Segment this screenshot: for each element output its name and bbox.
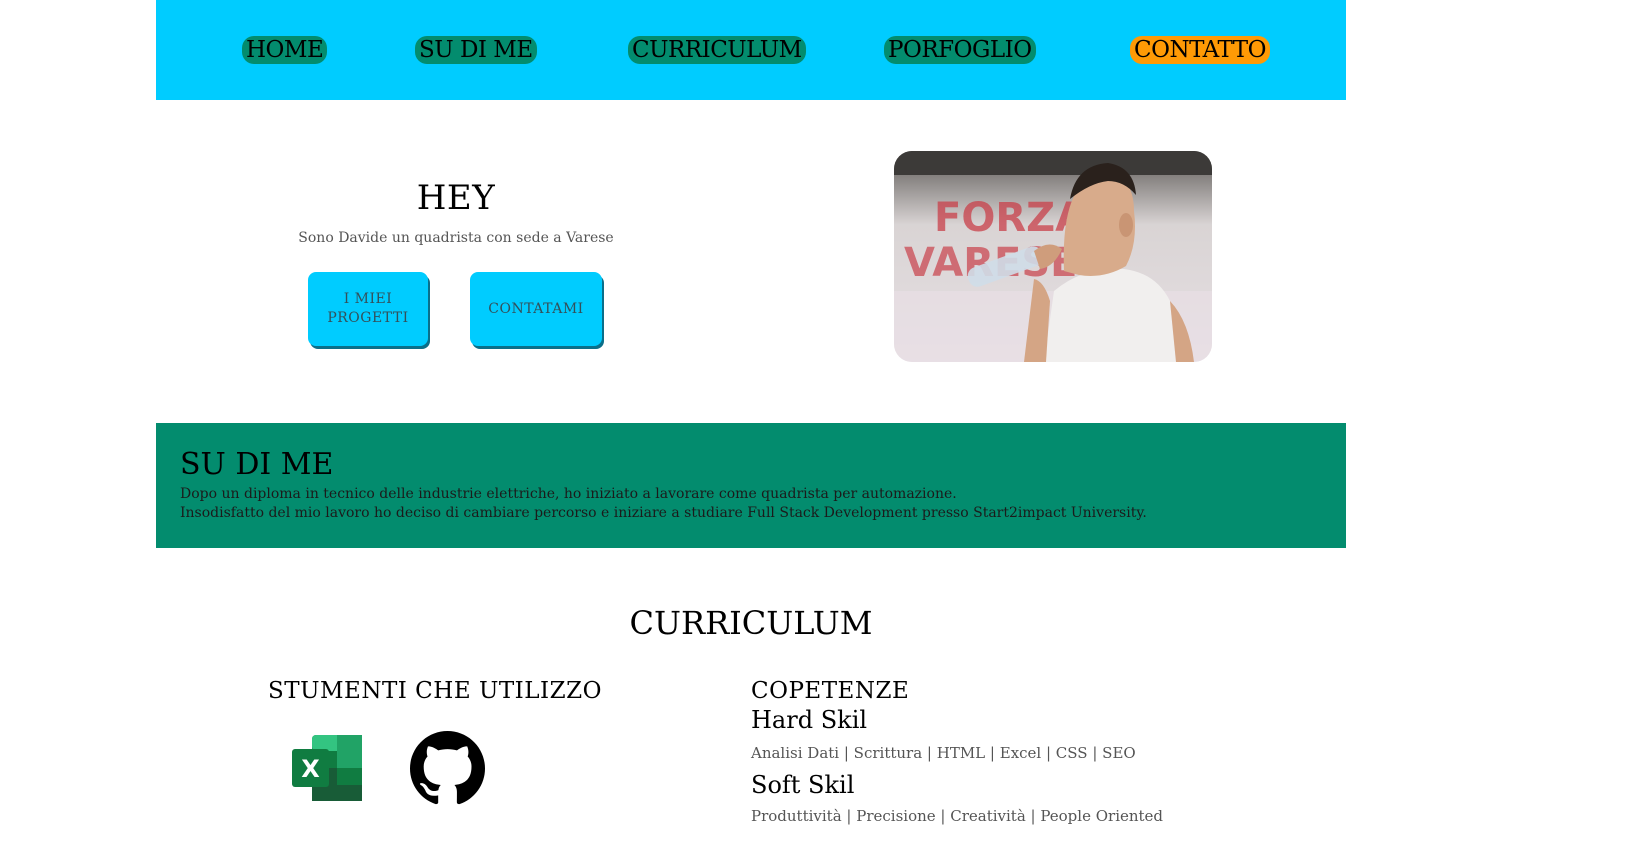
about-title: SU DI ME bbox=[180, 447, 334, 482]
tools-title: STUMENTI CHE UTILIZZO bbox=[268, 678, 602, 704]
curriculum-title: CURRICULUM bbox=[629, 604, 873, 642]
hard-skills-list: Analisi Dati | Scrittura | HTML | Excel … bbox=[751, 744, 1136, 762]
about-section: SU DI ME Dopo un diploma in tecnico dell… bbox=[156, 423, 1346, 548]
soft-skills-title: Soft Skil bbox=[751, 771, 855, 799]
nav-item-contatto[interactable]: CONTATTO bbox=[1130, 36, 1270, 64]
projects-button[interactable]: I MIEI PROGETTI bbox=[308, 272, 428, 346]
page: HOME SU DI ME CURRICULUM PORFOGLIO CONTA… bbox=[156, 0, 1346, 861]
about-line-2: Insodisfatto del mio lavoro ho deciso di… bbox=[180, 505, 1147, 521]
github-icon-svg bbox=[410, 731, 485, 805]
svg-text:FORZA: FORZA bbox=[934, 195, 1086, 241]
excel-icon-svg: X bbox=[292, 735, 362, 801]
nav-item-curriculum[interactable]: CURRICULUM bbox=[628, 36, 806, 64]
github-icon[interactable] bbox=[410, 731, 485, 806]
profile-photo: FORZA VARESE bbox=[894, 151, 1212, 362]
nav-item-portfolio[interactable]: PORFOGLIO bbox=[884, 36, 1036, 64]
nav-item-home[interactable]: HOME bbox=[242, 36, 328, 64]
competences-title: COPETENZE bbox=[751, 678, 910, 704]
hero-title: HEY bbox=[416, 178, 496, 218]
about-line-1: Dopo un diploma in tecnico delle industr… bbox=[180, 486, 957, 502]
top-navbar: HOME SU DI ME CURRICULUM PORFOGLIO CONTA… bbox=[156, 0, 1346, 100]
about-text: Dopo un diploma in tecnico delle industr… bbox=[180, 485, 1147, 523]
nav-item-su-di-me[interactable]: SU DI ME bbox=[415, 36, 537, 64]
hero-subtitle: Sono Davide un quadrista con sede a Vare… bbox=[298, 230, 614, 246]
svg-text:X: X bbox=[301, 755, 320, 783]
soft-skills-list: Produttività | Precisione | Creatività |… bbox=[751, 807, 1164, 825]
profile-photo-image: FORZA VARESE bbox=[894, 151, 1212, 362]
hard-skills-title: Hard Skil bbox=[751, 706, 868, 734]
excel-icon: X bbox=[292, 735, 362, 801]
contact-button[interactable]: CONTATAMI bbox=[470, 272, 602, 346]
